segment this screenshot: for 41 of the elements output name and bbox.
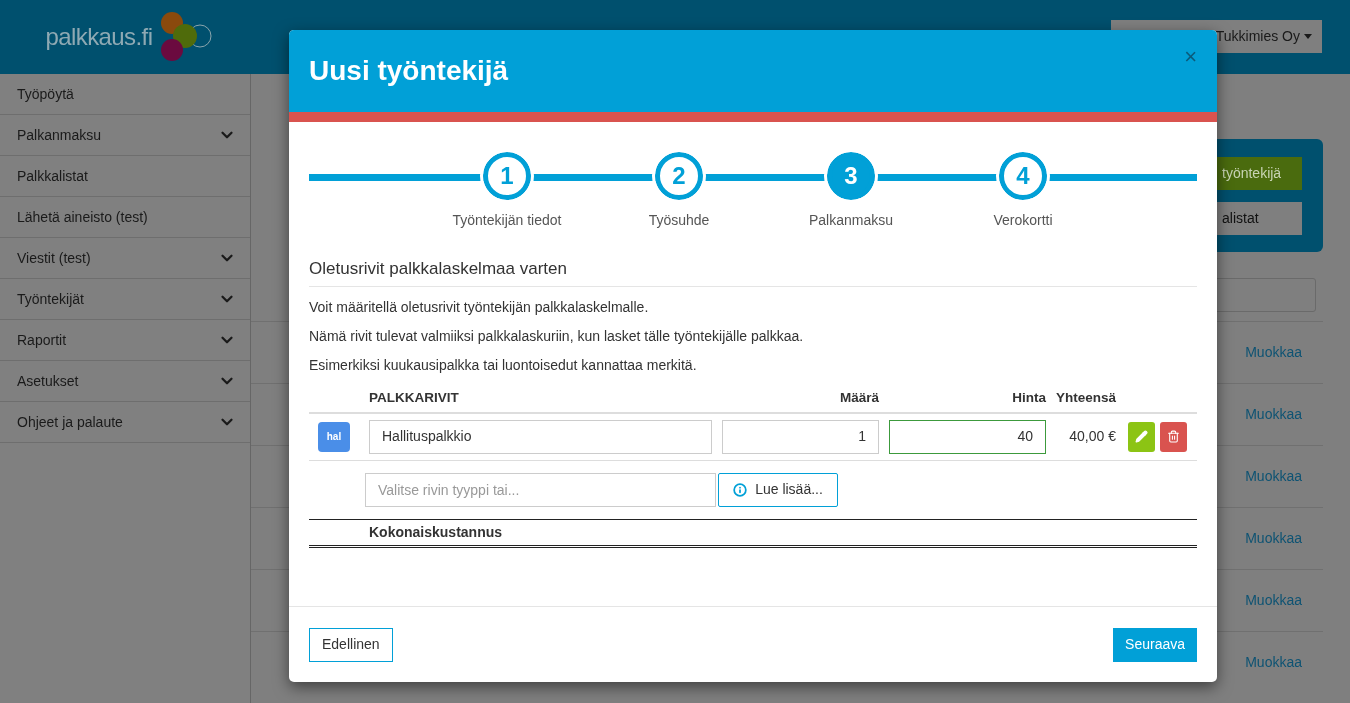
- logo-text: palkkaus.fi: [45, 22, 153, 52]
- column-header: Määrä: [838, 389, 879, 408]
- step-label: Työsuhde: [648, 211, 710, 230]
- sidebar-item[interactable]: Raportit: [0, 320, 250, 361]
- section-title: Oletusrivit palkkalaskelmaa varten: [309, 256, 1197, 287]
- step-label: Verokortti: [993, 211, 1053, 230]
- help-text: Esimerkiksi kuukausipalkka tai luontoisedut kannattaa merkitä.: [309, 356, 698, 374]
- sidebar-item[interactable]: Viestit (test): [0, 238, 250, 279]
- sidebar-item[interactable]: Ohjeet ja palaute: [0, 402, 250, 443]
- sidebar-item[interactable]: Palkanmaksu: [0, 115, 250, 156]
- read-more-button[interactable]: Lue lisää...: [718, 472, 838, 507]
- column-header: Yhteensä: [1056, 389, 1117, 408]
- step-label: Palkanmaksu: [808, 211, 893, 230]
- help-text: Voit määritellä oletusrivit työntekijän palkkalaskelmalle.: [309, 298, 650, 316]
- row-type-field[interactable]: Valitse rivin tyyppi tai...: [365, 472, 716, 507]
- total-label: Kokonaiskustannus: [369, 522, 503, 542]
- sidebar-item[interactable]: Asetukset: [0, 361, 250, 402]
- row-total: 40,00 €: [1068, 427, 1116, 446]
- quantity-field[interactable]: 1: [722, 419, 879, 454]
- price-field[interactable]: 40: [889, 419, 1046, 454]
- column-header: Hinta: [1011, 389, 1046, 408]
- logo-icon: [160, 11, 213, 63]
- caret-icon: [1304, 34, 1312, 39]
- step-label: Työntekijän tiedot: [452, 211, 562, 230]
- help-text: Nämä rivit tulevat valmiiksi palkkalaskuriin, kun lasket tälle työntekijälle palkkaa.: [309, 327, 805, 345]
- close-button[interactable]: ×: [1184, 46, 1197, 68]
- row-name-field[interactable]: Hallituspalkkio: [369, 419, 712, 454]
- column-header: PALKKARIVIT: [369, 389, 460, 408]
- back-button[interactable]: Edellinen: [309, 627, 393, 662]
- modal-title: Uusi työntekijä: [309, 54, 509, 88]
- pencil-icon: [1135, 430, 1148, 443]
- info-icon: [733, 482, 748, 497]
- sidebar-item[interactable]: Työntekijät: [0, 279, 250, 320]
- row-type-badge: hal: [318, 421, 350, 452]
- trash-icon: [1167, 430, 1180, 443]
- edit-button[interactable]: [1128, 421, 1155, 452]
- sidebar-item[interactable]: Palkkalistat: [0, 156, 250, 197]
- sidebar-item[interactable]: Työpöytä: [0, 74, 250, 115]
- next-button[interactable]: Seuraava: [1113, 627, 1197, 662]
- sidebar-item[interactable]: Lähetä aineisto (test): [0, 197, 250, 238]
- delete-button[interactable]: [1160, 421, 1187, 452]
